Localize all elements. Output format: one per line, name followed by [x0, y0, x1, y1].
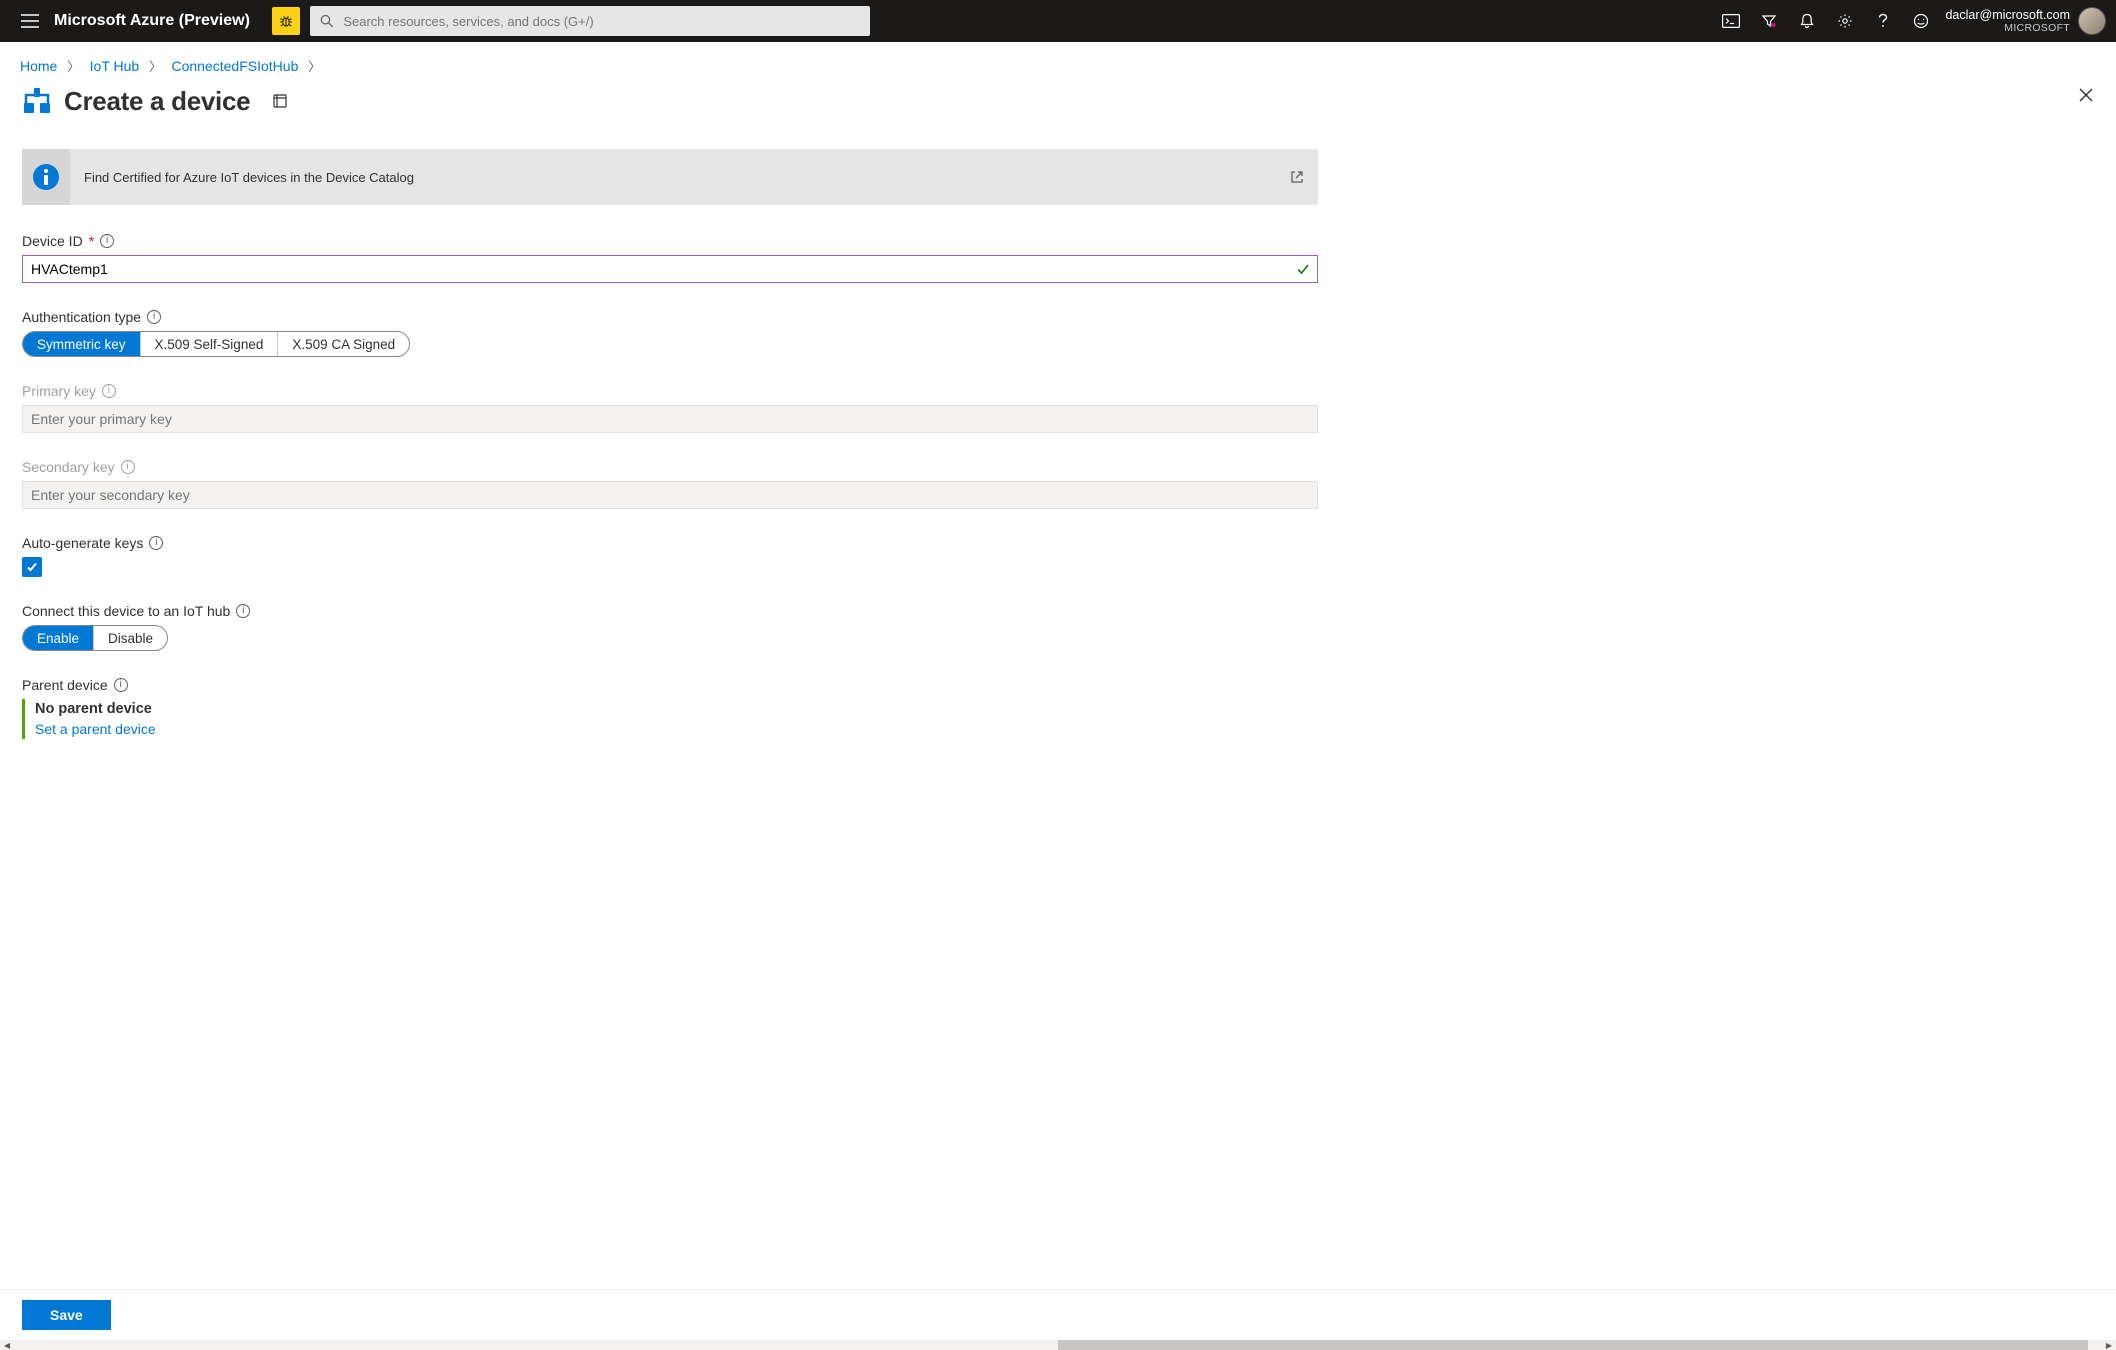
connect-hub-toggle: Enable Disable [22, 625, 168, 651]
no-parent-text: No parent device [35, 701, 1318, 717]
breadcrumb-hubname[interactable]: ConnectedFSIotHub [172, 58, 299, 74]
set-parent-link[interactable]: Set a parent device [35, 721, 156, 737]
chevron-right-icon: 〉 [67, 60, 80, 74]
connect-hub-disable[interactable]: Disable [93, 626, 167, 650]
chevron-right-icon: 〉 [308, 60, 321, 74]
device-id-label: Device ID [22, 233, 83, 249]
top-icon-group [1721, 11, 1931, 31]
info-banner: Find Certified for Azure IoT devices in … [22, 149, 1318, 205]
notifications-icon[interactable] [1797, 11, 1817, 31]
required-indicator: * [89, 233, 94, 249]
top-bar: Microsoft Azure (Preview) [0, 0, 2116, 42]
parent-device-label: Parent device [22, 677, 108, 693]
horizontal-scrollbar[interactable]: ◀ ▶ [0, 1340, 2116, 1350]
auth-type-x509-self[interactable]: X.509 Self-Signed [140, 332, 278, 356]
info-banner-text: Find Certified for Azure IoT devices in … [70, 170, 428, 185]
secondary-key-label: Secondary key [22, 459, 115, 475]
info-tooltip-icon[interactable]: i [236, 604, 250, 618]
auto-generate-label: Auto-generate keys [22, 535, 143, 551]
check-icon [1296, 262, 1310, 276]
connect-hub-enable[interactable]: Enable [23, 626, 93, 650]
save-button[interactable]: Save [22, 1300, 111, 1330]
scroll-thumb[interactable] [1058, 1340, 2088, 1350]
info-tooltip-icon[interactable]: i [102, 384, 116, 398]
user-menu[interactable]: daclar@microsoft.com MICROSOFT [1945, 7, 2110, 35]
device-id-input[interactable] [22, 255, 1318, 283]
auth-type-label: Authentication type [22, 309, 141, 325]
user-email: daclar@microsoft.com [1945, 8, 2070, 22]
iot-device-icon [20, 85, 54, 119]
info-tooltip-icon[interactable]: i [147, 310, 161, 324]
info-icon [22, 149, 70, 205]
secondary-key-input [22, 481, 1318, 509]
menu-icon[interactable] [16, 7, 44, 35]
page-title: Create a device [64, 86, 250, 117]
bug-icon[interactable] [272, 7, 300, 35]
avatar [2078, 7, 2106, 35]
breadcrumb: Home 〉 IoT Hub 〉 ConnectedFSIotHub 〉 [0, 42, 2116, 81]
chevron-right-icon: 〉 [149, 60, 162, 74]
info-tooltip-icon[interactable]: i [149, 536, 163, 550]
user-org: MICROSOFT [2004, 22, 2070, 34]
brand-title: Microsoft Azure (Preview) [54, 12, 250, 30]
help-icon[interactable] [1873, 11, 1893, 31]
info-tooltip-icon[interactable]: i [100, 234, 114, 248]
connect-hub-label: Connect this device to an IoT hub [22, 603, 230, 619]
close-icon[interactable] [2078, 87, 2094, 103]
feedback-icon[interactable] [1911, 11, 1931, 31]
primary-key-label: Primary key [22, 383, 96, 399]
auto-generate-checkbox[interactable] [22, 557, 42, 577]
auth-type-toggle: Symmetric key X.509 Self-Signed X.509 CA… [22, 331, 410, 357]
pin-icon[interactable] [272, 93, 288, 109]
footer-bar: Save [0, 1289, 2116, 1340]
external-link-icon[interactable] [1290, 170, 1304, 184]
auth-type-symmetric[interactable]: Symmetric key [23, 332, 140, 356]
settings-icon[interactable] [1835, 11, 1855, 31]
search-icon [320, 14, 333, 28]
breadcrumb-home[interactable]: Home [20, 58, 57, 74]
search-input-wrap[interactable] [310, 6, 870, 36]
filter-icon[interactable] [1759, 11, 1779, 31]
info-tooltip-icon[interactable]: i [114, 678, 128, 692]
search-input[interactable] [341, 13, 860, 30]
primary-key-input [22, 405, 1318, 433]
info-tooltip-icon[interactable]: i [121, 460, 135, 474]
scroll-left-arrow[interactable]: ◀ [0, 1340, 14, 1350]
scroll-right-arrow[interactable]: ▶ [2102, 1340, 2116, 1350]
auth-type-x509-ca[interactable]: X.509 CA Signed [277, 332, 409, 356]
cloud-shell-icon[interactable] [1721, 11, 1741, 31]
breadcrumb-iothub[interactable]: IoT Hub [90, 58, 140, 74]
